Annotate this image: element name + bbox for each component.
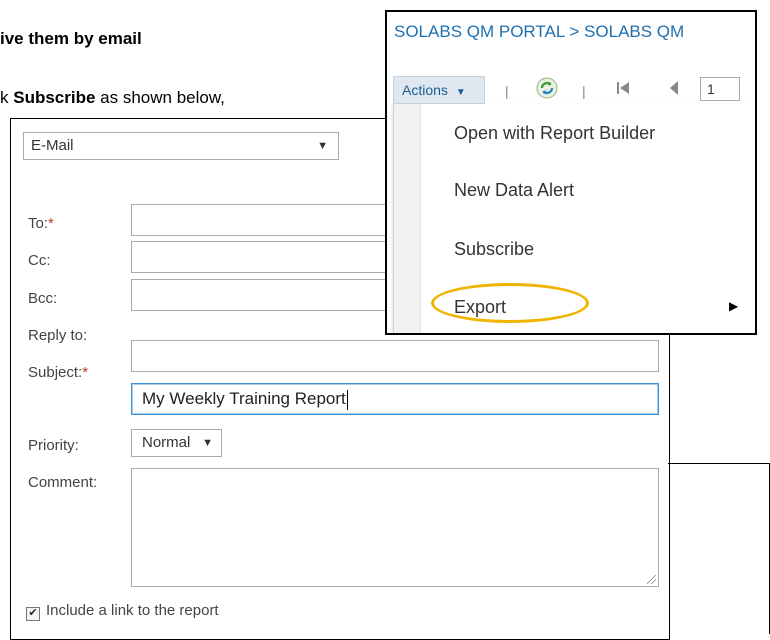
previous-page-icon[interactable] [668,81,680,95]
reply-to-label: Reply to: [28,327,88,344]
reply-to-field[interactable] [131,340,659,372]
instruction-bold: Subscribe [13,88,96,107]
export-highlight-ellipse [431,283,589,323]
bcc-label: Bcc: [28,290,58,307]
priority-label: Priority: [28,437,79,454]
menu-item-subscribe[interactable]: Subscribe [454,239,534,260]
submenu-arrow-icon: ▶ [729,299,739,313]
resize-grip-icon[interactable] [647,575,656,584]
page-number-input[interactable]: 1 [700,77,740,101]
menu-item-open-report-builder[interactable]: Open with Report Builder [454,123,655,144]
priority-value: Normal [142,434,191,451]
chevron-down-icon: ▼ [202,437,213,449]
subject-label: Subject:* [28,364,89,381]
include-link-label: Include a link to the report [46,602,219,619]
to-label: To:* [28,215,54,232]
menu-item-new-data-alert[interactable]: New Data Alert [454,180,574,201]
delivery-method-select[interactable]: E-Mail ▼ [23,132,339,160]
menu-gutter [394,104,421,333]
cc-label: Cc: [28,252,51,269]
subject-value: My Weekly Training Report [142,389,346,408]
report-actions-panel: SOLABS QM PORTAL > SOLABS QM Actions ▼ | … [385,10,757,335]
required-marker: * [48,215,54,232]
text-cursor [346,389,348,410]
actions-button[interactable]: Actions ▼ [393,76,485,104]
refresh-icon[interactable] [536,77,558,99]
chevron-down-icon: ▼ [317,140,328,152]
comment-field[interactable] [131,468,659,587]
background-frame [668,463,770,634]
toolbar-separator: | [582,83,586,99]
required-marker: * [82,364,89,381]
include-link-checkbox[interactable]: ✔ [26,607,40,621]
instruction-suffix: as shown below, [95,88,225,107]
priority-select[interactable]: Normal ▼ [131,429,222,457]
delivery-method-value: E-Mail [31,137,74,154]
actions-label: Actions [402,82,448,98]
toolbar-separator: | [505,83,509,99]
document-instruction: k Subscribe as shown below, [0,88,225,108]
instruction-prefix: k [0,88,14,107]
subject-field[interactable]: My Weekly Training Report [131,383,659,415]
document-heading: ive them by email [0,29,142,48]
breadcrumb[interactable]: SOLABS QM PORTAL > SOLABS QM [394,22,684,42]
first-page-icon[interactable] [615,80,631,96]
report-toolbar: Actions ▼ | | 1 [387,69,755,104]
include-link-option[interactable]: ✔ Include a link to the report [26,602,219,621]
chevron-down-icon: ▼ [455,87,466,98]
comment-label: Comment: [28,474,98,491]
